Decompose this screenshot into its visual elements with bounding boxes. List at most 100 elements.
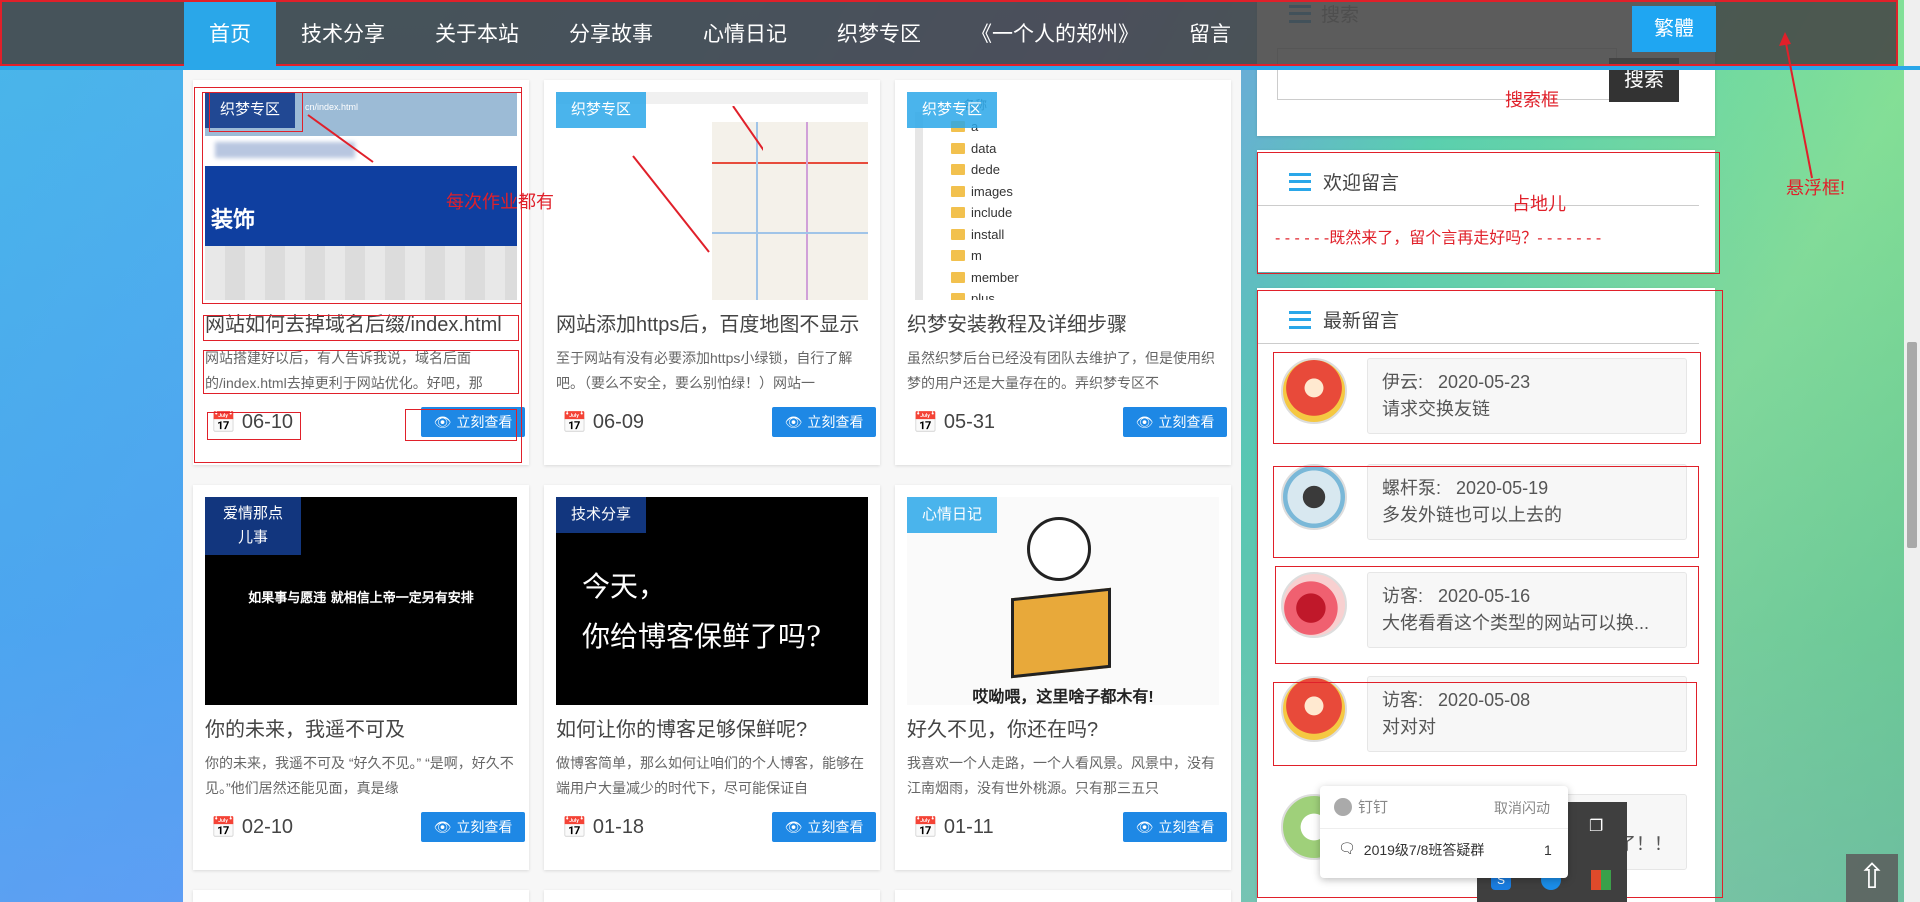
read-more-button[interactable]: 👁 立刻查看: [772, 407, 876, 437]
calendar-icon: 📅: [562, 412, 587, 434]
thumb-line1: 今天，: [582, 570, 667, 603]
post-date-text: 02-10: [241, 816, 294, 838]
eye-icon: 👁: [1135, 413, 1154, 430]
folder-item: data: [951, 138, 1019, 160]
folder-name: images: [971, 183, 1013, 199]
folder-item: install: [951, 224, 1019, 246]
annotation-arrow-card: [307, 114, 374, 163]
window-icon[interactable]: ❐: [1589, 816, 1609, 836]
post-title[interactable]: 如何让你的博客足够保鲜呢?: [556, 713, 868, 742]
post-card-peek: [544, 890, 880, 902]
traditional-chinese-button[interactable]: 繁體: [1632, 6, 1716, 52]
thumb-text: 哎呦喂，这里啥子都木有!: [972, 689, 1154, 705]
thumb-text: 如果事与愿违 就相信上帝一定另有安排: [248, 591, 474, 606]
eye-icon: 👁: [784, 413, 803, 430]
post-excerpt: 至于网站有没有必要添加https小绿锁，自行了解吧。（要么不安全，要么别怕绿！）…: [556, 350, 853, 391]
folder-name: member: [971, 269, 1019, 285]
folder-list: adatadedeimagesincludeinstallmmemberplus: [951, 116, 1019, 300]
folder-name: data: [971, 140, 997, 156]
divider: [1320, 828, 1568, 829]
read-more-label: 立刻查看: [1158, 414, 1215, 430]
app-grid-icon[interactable]: [1591, 870, 1611, 890]
nav-item-guestbook[interactable]: 留言: [1164, 2, 1256, 68]
calendar-icon: 📅: [913, 412, 938, 434]
page-scrollbar[interactable]: [1904, 0, 1920, 902]
post-date-text: 06-09: [592, 411, 645, 433]
post-date: 📅 06-09: [562, 410, 644, 435]
post-date: 📅 01-18: [562, 815, 644, 840]
cartoon-face: [1027, 517, 1091, 581]
post-card[interactable]: 哎呦喂，这里啥子都木有! 心情日记 好久不见，你还在吗? 我喜欢一个人走路，一个…: [895, 485, 1231, 870]
dingtalk-cancel-button[interactable]: 取消闪动: [1494, 798, 1550, 818]
nav-item-tech[interactable]: 技术分享: [276, 2, 410, 68]
nav-item-about[interactable]: 关于本站: [410, 2, 544, 68]
dingtalk-group-row[interactable]: 🗨 2019级7/8班答疑群: [1338, 840, 1484, 860]
eye-icon: 👁: [784, 818, 803, 835]
folder-name: install: [971, 226, 1005, 242]
nav-item-zhengzhou[interactable]: 《一个人的郑州》: [946, 2, 1164, 68]
folder-icon: [951, 271, 965, 283]
annotation-box-title: [203, 315, 519, 341]
cartoon-box: [1011, 587, 1111, 679]
post-card[interactable]: 今天， 你给博客保鲜了吗? 技术分享 如何让你的博客足够保鲜呢? 做博客简单，那…: [544, 485, 880, 870]
dingtalk-group-name: 2019级7/8班答疑群: [1363, 842, 1485, 858]
folder-name: m: [971, 248, 982, 263]
folder-icon: [951, 228, 965, 240]
calendar-icon: 📅: [913, 817, 938, 839]
post-card[interactable]: 如果事与愿违 就相信上帝一定另有安排 爱情那点儿事 你的未来，我遥不可及 你的未…: [193, 485, 529, 870]
dingtalk-logo-icon: [1334, 797, 1352, 816]
back-to-top-button[interactable]: ⇧: [1846, 854, 1898, 902]
annotation-box-tag: [209, 92, 303, 132]
post-card[interactable]: 名称 adatadedeimagesincludeinstallmmemberp…: [895, 80, 1231, 465]
folder-name: dede: [971, 162, 1000, 177]
annotation-box-button: [405, 409, 517, 441]
nav-item-home[interactable]: 首页: [184, 2, 276, 68]
post-title[interactable]: 好久不见，你还在吗?: [907, 713, 1219, 742]
post-tag[interactable]: 技术分享: [556, 497, 647, 533]
read-more-button[interactable]: 👁 立刻查看: [421, 812, 525, 842]
folder-item: images: [951, 181, 1019, 203]
post-excerpt: 做博客简单，那么如何让咱们的个人博客，能够在端用户大量减少的时代下，尽可能保证自: [556, 755, 864, 796]
post-title[interactable]: 你的未来，我遥不可及: [205, 713, 517, 742]
post-excerpt: 虽然织梦后台已经没有团队去维护了，但是使用织梦的用户还是大量存在的。弄织梦专区不: [907, 350, 1215, 391]
post-date: 📅 02-10: [211, 815, 293, 840]
chat-bubble-icon: 🗨: [1338, 840, 1356, 856]
arrow-up-icon: ⇧: [1857, 858, 1887, 896]
nav-item-stories[interactable]: 分享故事: [544, 2, 678, 68]
folder-icon: [951, 207, 965, 219]
read-more-label: 立刻查看: [807, 414, 864, 430]
post-date: 📅 05-31: [913, 410, 995, 435]
post-excerpt: 你的未来，我遥不可及 “好久不见。” “是啊，好久不见。”他们居然还能见面，真是…: [205, 755, 514, 796]
annotation-box-welcome: [1257, 152, 1720, 274]
folder-item: plus: [951, 288, 1019, 300]
post-tag[interactable]: 爱情那点儿事: [205, 497, 301, 555]
nav-menu: 首页 技术分享 关于本站 分享故事 心情日记 织梦专区 《一个人的郑州》 留言: [184, 2, 1256, 68]
folder-item: include: [951, 202, 1019, 224]
post-date: 📅 01-11: [913, 815, 994, 840]
post-card-peek: [895, 890, 1231, 902]
annotation-arrow-card2: [632, 106, 763, 253]
post-date-text: 01-18: [592, 816, 645, 838]
annotation-arrow-float: [1779, 32, 1813, 179]
post-tag[interactable]: 心情日记: [907, 497, 998, 533]
dingtalk-notification[interactable]: 钉钉 取消闪动 🗨 2019级7/8班答疑群 1: [1320, 786, 1568, 878]
annotation-box-excerpt: [203, 350, 519, 394]
scrollbar-thumb[interactable]: [1907, 342, 1917, 548]
post-title[interactable]: 网站添加https后，百度地图不显示: [556, 308, 868, 337]
main-content: cn/index.html 装饰 织梦专区 网站如何去掉域名后缀/index.h…: [183, 70, 1241, 902]
nav-item-diary[interactable]: 心情日记: [678, 2, 812, 68]
thumb-line2: 你给博客保鲜了吗?: [582, 620, 822, 653]
read-more-button[interactable]: 👁 立刻查看: [1123, 407, 1227, 437]
dingtalk-unread-count: 1: [1544, 842, 1552, 858]
nav-item-dede[interactable]: 织梦专区: [812, 2, 946, 68]
folder-icon: [951, 293, 965, 300]
folder-item: m: [951, 245, 1019, 267]
post-tag[interactable]: 织梦专区: [907, 92, 998, 128]
folder-name: plus: [971, 291, 995, 300]
read-more-label: 立刻查看: [807, 819, 864, 835]
read-more-button[interactable]: 👁 立刻查看: [1123, 812, 1227, 842]
post-title[interactable]: 织梦安装教程及详细步骤: [907, 308, 1219, 337]
read-more-button[interactable]: 👁 立刻查看: [772, 812, 876, 842]
post-date-text: 05-31: [943, 411, 996, 433]
annotation-placeholder-label: 占地儿: [1512, 194, 1566, 214]
